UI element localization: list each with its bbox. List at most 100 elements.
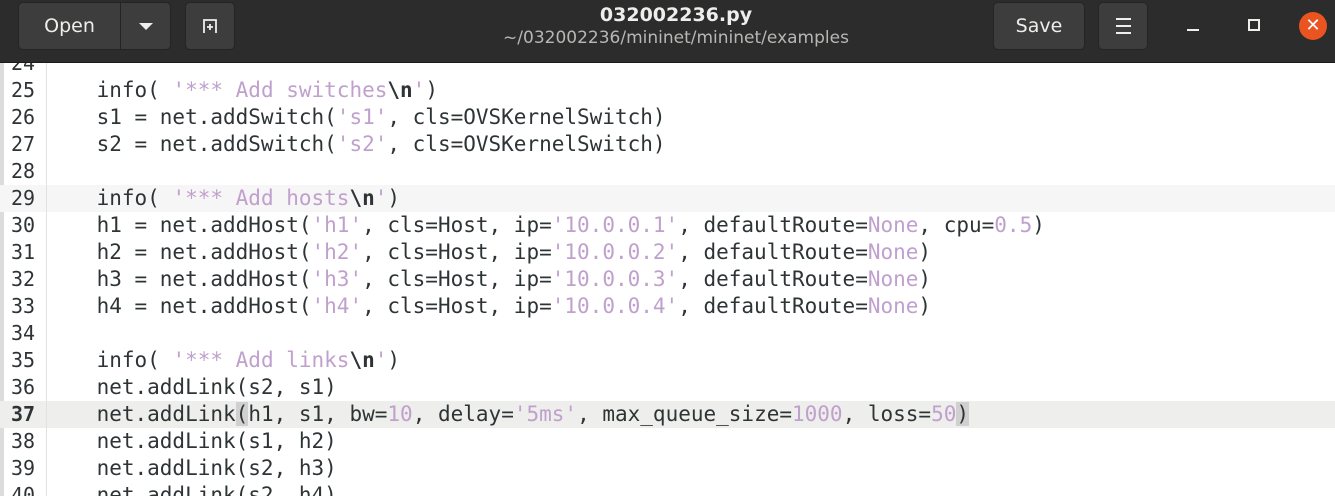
- code-token: '*** Add links: [172, 348, 350, 372]
- line-number: 35: [11, 348, 36, 372]
- code-text: info( '*** Add hosts\n'): [46, 185, 401, 212]
- line-number: 40: [11, 483, 36, 496]
- code-text: info( '*** Add links\n'): [46, 347, 401, 374]
- code-text: net.addLink(s2, h4): [46, 482, 337, 496]
- code-line[interactable]: 32 h3 = net.addHost('h3', cls=Host, ip='…: [0, 266, 1335, 293]
- code-line[interactable]: 35 info( '*** Add links\n'): [0, 347, 1335, 374]
- code-token: h2 = net.addHost(: [46, 240, 312, 264]
- code-line[interactable]: 33 h4 = net.addHost('h4', cls=Host, ip='…: [0, 293, 1335, 320]
- code-token: 50: [931, 402, 957, 426]
- open-dropdown-button[interactable]: [120, 2, 171, 50]
- code-token: ): [918, 267, 932, 291]
- code-editor[interactable]: 24 25 info( '*** Add switches\n') 26 s1 = …: [0, 63, 1335, 496]
- line-number: 37: [11, 402, 36, 426]
- hamburger-menu-icon: [1115, 25, 1131, 27]
- code-line[interactable]: 27 s2 = net.addSwitch('s2', cls=OVSKerne…: [0, 131, 1335, 158]
- line-number: 26: [11, 105, 36, 129]
- code-token: \n: [349, 348, 375, 372]
- code-token: net.addLink: [46, 402, 236, 426]
- maximize-icon[interactable]: [1248, 19, 1260, 31]
- close-icon[interactable]: ✕: [1299, 12, 1327, 40]
- code-token: \n: [349, 186, 375, 210]
- code-token: '10.0.0.1': [551, 213, 679, 237]
- chevron-down-icon: [138, 22, 153, 30]
- window-title: 032002236.py: [599, 4, 753, 26]
- code-token: 'h1': [311, 213, 363, 237]
- code-line[interactable]: 37 net.addLink(h1, s1, bw=10, delay='5ms…: [0, 401, 1335, 428]
- code-token: , delay=: [412, 402, 514, 426]
- code-token: , cpu=: [918, 213, 995, 237]
- code-token: h1, s1, bw=: [248, 402, 388, 426]
- code-token: , max_queue_size=: [577, 402, 792, 426]
- code-text: h1 = net.addHost('h1', cls=Host, ip='10.…: [46, 212, 1045, 239]
- code-text: h2 = net.addHost('h2', cls=Host, ip='10.…: [46, 239, 932, 266]
- line-number: 29: [11, 186, 36, 210]
- code-token: None: [867, 267, 919, 291]
- code-token: '*** Add hosts: [172, 186, 350, 210]
- code-line[interactable]: 25 info( '*** Add switches\n'): [0, 77, 1335, 104]
- code-token: info(: [46, 78, 173, 102]
- new-tab-button[interactable]: [185, 2, 235, 50]
- minimize-icon[interactable]: [1187, 29, 1199, 31]
- line-number: 38: [11, 429, 36, 453]
- line-number: 30: [11, 213, 36, 237]
- code-text: info( '*** Add switches\n'): [46, 77, 438, 104]
- code-token: h3 = net.addHost(: [46, 267, 312, 291]
- hamburger-menu-icon: [1115, 32, 1131, 34]
- code-line[interactable]: 34: [0, 320, 1335, 347]
- code-token: , cls=Host, ip=: [362, 213, 552, 237]
- code-line[interactable]: 29 info( '*** Add hosts\n'): [0, 185, 1335, 212]
- code-token: , defaultRoute=: [678, 267, 868, 291]
- line-number: 32: [11, 267, 36, 291]
- code-token: ): [1032, 213, 1045, 237]
- code-token: 10: [387, 402, 413, 426]
- code-token: ': [374, 186, 388, 210]
- hamburger-menu-icon: [1115, 18, 1131, 20]
- code-line[interactable]: 26 s1 = net.addSwitch('s1', cls=OVSKerne…: [0, 104, 1335, 131]
- code-token: None: [867, 294, 919, 318]
- code-token: , cls=Host, ip=: [362, 294, 552, 318]
- code-token: , defaultRoute=: [678, 294, 868, 318]
- open-button-group: Open: [18, 2, 171, 50]
- code-text: net.addLink(s1, h2): [46, 428, 337, 455]
- code-token: net.addLink(s2, h3): [46, 456, 337, 480]
- code-line[interactable]: 40 net.addLink(s2, h4): [0, 482, 1335, 496]
- code-text: h3 = net.addHost('h3', cls=Host, ip='10.…: [46, 266, 932, 293]
- open-button[interactable]: Open: [18, 2, 120, 50]
- save-button[interactable]: Save: [993, 2, 1085, 50]
- code-token: net.addLink(s2, h4): [46, 483, 337, 496]
- code-token: net.addLink(s1, h2): [46, 429, 337, 453]
- header-bar: Open 032002236.py ~/032002236/mininet/mi…: [0, 0, 1335, 63]
- code-token: , cls=Host, ip=: [362, 240, 552, 264]
- code-token: 'h2': [311, 240, 363, 264]
- code-token: , defaultRoute=: [678, 240, 868, 264]
- code-line[interactable]: 36 net.addLink(s2, s1): [0, 374, 1335, 401]
- code-line[interactable]: 31 h2 = net.addHost('h2', cls=Host, ip='…: [0, 239, 1335, 266]
- code-token: '10.0.0.4': [551, 294, 679, 318]
- code-token: , loss=: [842, 402, 932, 426]
- code-token: '5ms': [513, 402, 578, 426]
- code-token: , cls=OVSKernelSwitch): [387, 105, 666, 129]
- line-number: 24: [11, 63, 36, 75]
- code-token: info(: [46, 186, 173, 210]
- code-token: , cls=OVSKernelSwitch): [387, 132, 666, 156]
- code-token: None: [867, 240, 919, 264]
- code-token: ): [387, 348, 401, 372]
- code-token: 0.5: [994, 213, 1033, 237]
- code-token: ): [918, 294, 932, 318]
- code-line[interactable]: 39 net.addLink(s2, h3): [0, 455, 1335, 482]
- code-line[interactable]: 30 h1 = net.addHost('h1', cls=Host, ip='…: [0, 212, 1335, 239]
- code-token: ): [918, 240, 932, 264]
- code-token: 'h3': [311, 267, 363, 291]
- code-line[interactable]: 24: [0, 63, 1335, 77]
- code-token: ): [956, 402, 970, 426]
- code-token: '*** Add switches: [172, 78, 388, 102]
- code-token: , cls=Host, ip=: [362, 267, 552, 291]
- code-text: net.addLink(s2, h3): [46, 455, 337, 482]
- line-number: 27: [11, 132, 36, 156]
- code-line[interactable]: 38 net.addLink(s1, h2): [0, 428, 1335, 455]
- code-line[interactable]: 28: [0, 158, 1335, 185]
- line-number: 39: [11, 456, 36, 480]
- menu-button[interactable]: [1098, 2, 1148, 50]
- code-token: \n: [387, 78, 413, 102]
